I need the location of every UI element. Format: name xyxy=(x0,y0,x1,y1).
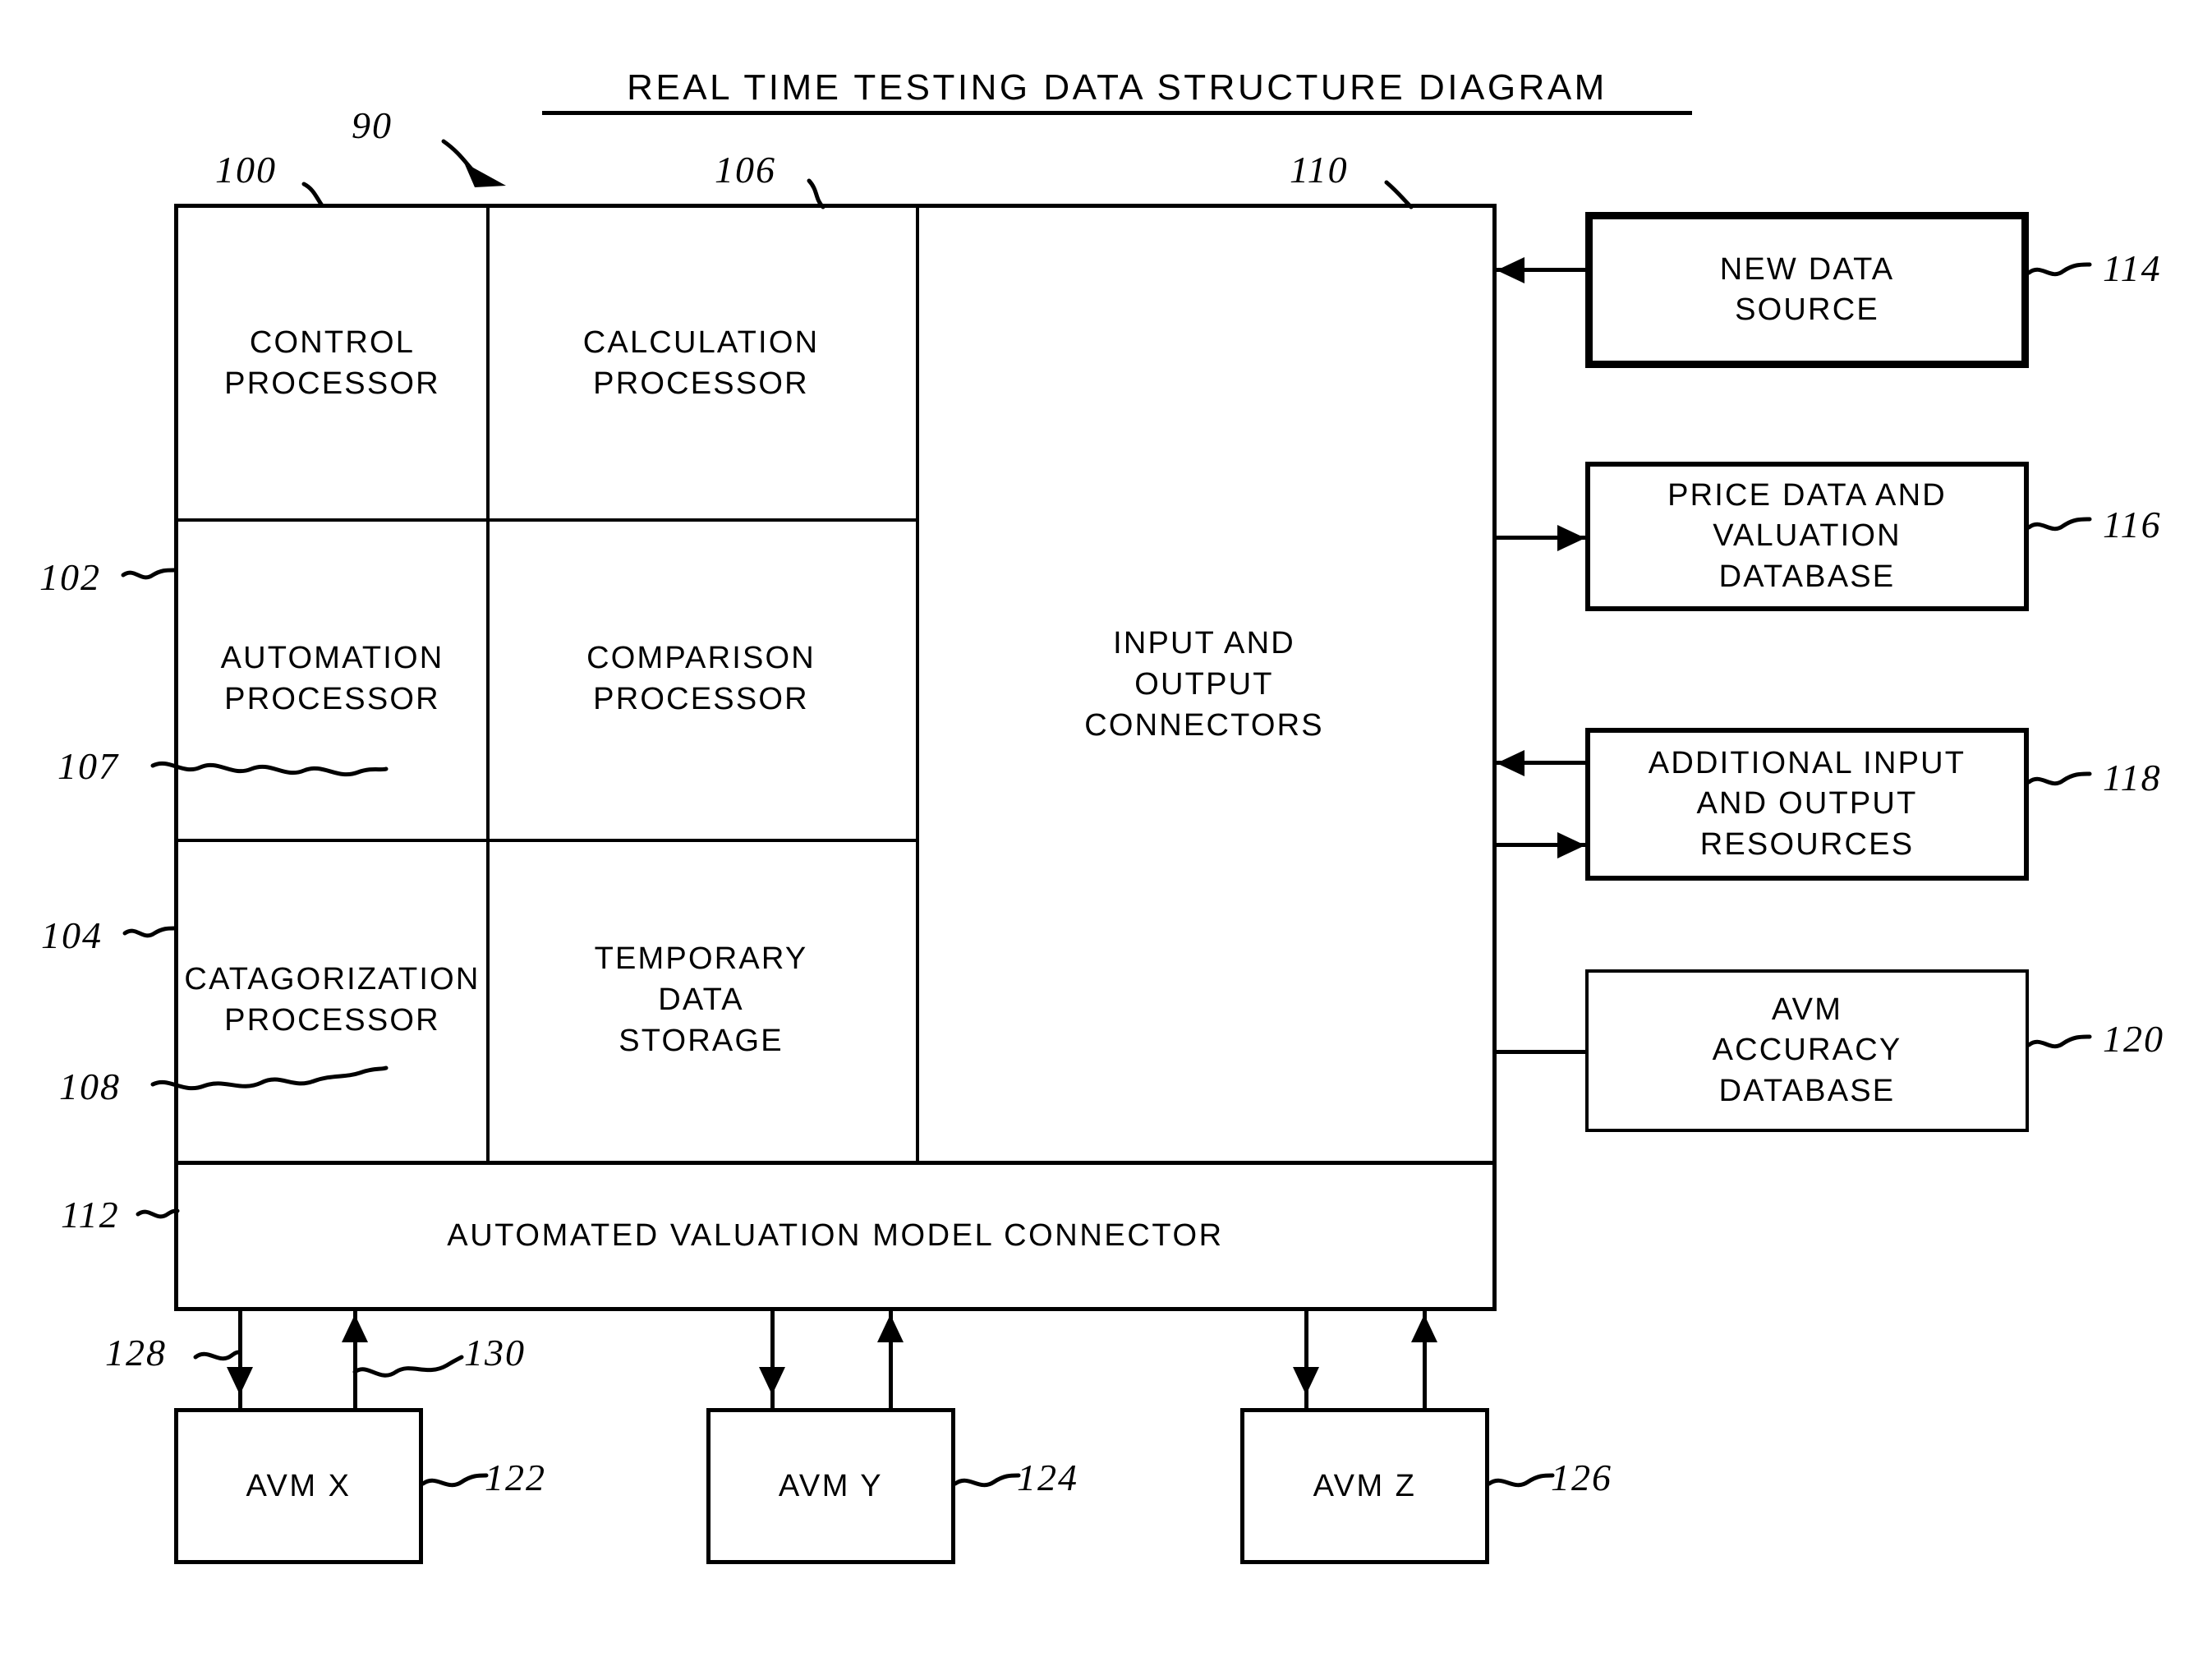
ref-90: 90 xyxy=(352,104,393,146)
arrow-down-to-avm-x xyxy=(227,1367,253,1395)
cell-catagorization-processor-line1: CATAGORIZATION xyxy=(184,961,481,996)
ref-120: 120 xyxy=(2103,1018,2164,1060)
leader-130 xyxy=(352,1355,464,1378)
ref-102: 102 xyxy=(39,556,101,598)
cell-automation-processor-line1: AUTOMATION xyxy=(220,640,444,675)
new-data-source-line1: NEW DATA xyxy=(1719,251,1895,287)
cell-control-processor-line1: CONTROL xyxy=(249,324,416,360)
ref-104: 104 xyxy=(41,914,103,956)
additional-io-line3: RESOURCES xyxy=(1699,826,1915,862)
cell-automation-processor-line2: PROCESSOR xyxy=(224,682,440,716)
leader-122 xyxy=(421,1473,489,1488)
leader-102 xyxy=(121,568,177,580)
cell-calculation-processor-line1: CALCULATION xyxy=(582,324,820,360)
price-db-line3: DATABASE xyxy=(1718,559,1896,594)
avm-z-box[interactable]: AVM Z xyxy=(1240,1408,1489,1564)
ref-108: 108 xyxy=(59,1065,121,1107)
ref-110: 110 xyxy=(1290,149,1349,191)
ref-116: 116 xyxy=(2103,504,2162,545)
ref-100: 100 xyxy=(215,149,277,191)
cell-calculation-processor[interactable]: CALCULATION PROCESSOR xyxy=(486,208,916,518)
arrow-up-from-avm-y xyxy=(877,1314,904,1342)
price-data-valuation-database-box[interactable]: PRICE DATA AND VALUATION DATABASE xyxy=(1585,462,2029,611)
cell-control-processor-line2: PROCESSOR xyxy=(224,366,440,401)
page-title: REAL TIME TESTING DATA STRUCTURE DIAGRAM xyxy=(627,67,1607,108)
leader-104 xyxy=(122,926,177,938)
price-db-line1: PRICE DATA AND xyxy=(1667,477,1947,513)
ref-106: 106 xyxy=(715,149,776,191)
title-underline xyxy=(542,111,1692,115)
real-time-testing-system-box: CONTROL PROCESSOR CALCULATION PROCESSOR … xyxy=(174,204,1497,1311)
arrowhead-90 xyxy=(464,163,506,187)
cell-control-processor[interactable]: CONTROL PROCESSOR xyxy=(178,208,486,518)
arrow-out-to-additional-io xyxy=(1557,832,1585,858)
cell-catagorization-processor-line2: PROCESSOR xyxy=(224,1003,440,1038)
avm-connector-label: AUTOMATED VALUATION MODEL CONNECTOR xyxy=(447,1218,1224,1254)
ref-114: 114 xyxy=(2103,247,2162,289)
arrow-out-to-price-database xyxy=(1557,525,1585,551)
cell-catagorization-processor[interactable]: CATAGORIZATION PROCESSOR xyxy=(178,839,486,1161)
leader-124 xyxy=(953,1473,1021,1488)
leader-100 xyxy=(301,182,324,208)
avm-accuracy-line2: ACCURACY xyxy=(1712,1033,1902,1068)
avm-accuracy-line3: DATABASE xyxy=(1718,1073,1896,1108)
avm-x-label: AVM X xyxy=(246,1468,352,1503)
arrow-into-main-from-additional-io xyxy=(1497,750,1524,776)
avm-accuracy-database-box[interactable]: AVM ACCURACY DATABASE xyxy=(1585,969,2029,1132)
cell-temporary-data-storage-line3: STORAGE xyxy=(619,1024,784,1059)
cell-comparison-processor-line1: COMPARISON xyxy=(586,640,816,675)
additional-io-line1: ADDITIONAL INPUT xyxy=(1648,745,1966,780)
leader-126 xyxy=(1487,1473,1555,1488)
arrow-up-from-avm-x xyxy=(342,1314,368,1342)
ref-112: 112 xyxy=(61,1194,120,1236)
avm-y-label: AVM Y xyxy=(778,1468,884,1503)
additional-io-line2: AND OUTPUT xyxy=(1696,786,1918,821)
cell-automation-processor[interactable]: AUTOMATION PROCESSOR xyxy=(178,518,486,839)
additional-io-resources-box[interactable]: ADDITIONAL INPUT AND OUTPUT RESOURCES xyxy=(1585,728,2029,881)
ref-122: 122 xyxy=(485,1457,546,1498)
arrow-into-main-from-new-data-source xyxy=(1497,257,1524,283)
price-db-line2: VALUATION xyxy=(1713,518,1902,554)
leader-116 xyxy=(2026,517,2092,532)
arrow-up-from-avm-z xyxy=(1411,1314,1437,1342)
ref-130: 130 xyxy=(464,1332,526,1374)
leader-90 xyxy=(441,139,477,175)
cell-io-line1: INPUT AND xyxy=(1113,625,1295,660)
leader-118 xyxy=(2026,771,2092,786)
leader-114 xyxy=(2026,262,2092,277)
new-data-source-line2: SOURCE xyxy=(1735,292,1879,327)
leader-112 xyxy=(136,1208,180,1219)
arrow-down-to-avm-y xyxy=(759,1367,785,1395)
ref-124: 124 xyxy=(1017,1457,1078,1498)
avm-y-box[interactable]: AVM Y xyxy=(706,1408,955,1564)
avm-x-box[interactable]: AVM X xyxy=(174,1408,423,1564)
new-data-source-box[interactable]: NEW DATA SOURCE xyxy=(1585,212,2029,368)
cell-temporary-data-storage[interactable]: TEMPORARY DATA STORAGE xyxy=(486,839,916,1161)
cell-comparison-processor-line2: PROCESSOR xyxy=(593,682,809,716)
avm-z-label: AVM Z xyxy=(1313,1468,1417,1503)
cell-comparison-processor[interactable]: COMPARISON PROCESSOR xyxy=(486,518,916,839)
diagram-canvas: REAL TIME TESTING DATA STRUCTURE DIAGRAM… xyxy=(0,0,2212,1666)
ref-107: 107 xyxy=(57,745,119,787)
cell-temporary-data-storage-line1: TEMPORARY xyxy=(594,941,808,976)
ref-128: 128 xyxy=(105,1332,167,1374)
ref-118: 118 xyxy=(2103,757,2162,798)
avm-accuracy-line1: AVM xyxy=(1771,992,1843,1027)
connector-avm-accuracy-database xyxy=(1497,1050,1585,1054)
ref-126: 126 xyxy=(1551,1457,1612,1498)
cell-io-line2: OUTPUT xyxy=(1134,666,1274,702)
automated-valuation-model-connector-bar[interactable]: AUTOMATED VALUATION MODEL CONNECTOR xyxy=(178,1165,1492,1307)
cell-calculation-processor-line2: PROCESSOR xyxy=(593,366,809,401)
cell-io-line3: CONNECTORS xyxy=(1084,708,1324,743)
cell-temporary-data-storage-line2: DATA xyxy=(658,982,744,1017)
leader-128 xyxy=(193,1350,241,1361)
cell-input-output-connectors[interactable]: INPUT AND OUTPUT CONNECTORS xyxy=(916,208,1492,1161)
leader-120 xyxy=(2026,1034,2092,1049)
arrow-down-to-avm-z xyxy=(1293,1367,1319,1395)
